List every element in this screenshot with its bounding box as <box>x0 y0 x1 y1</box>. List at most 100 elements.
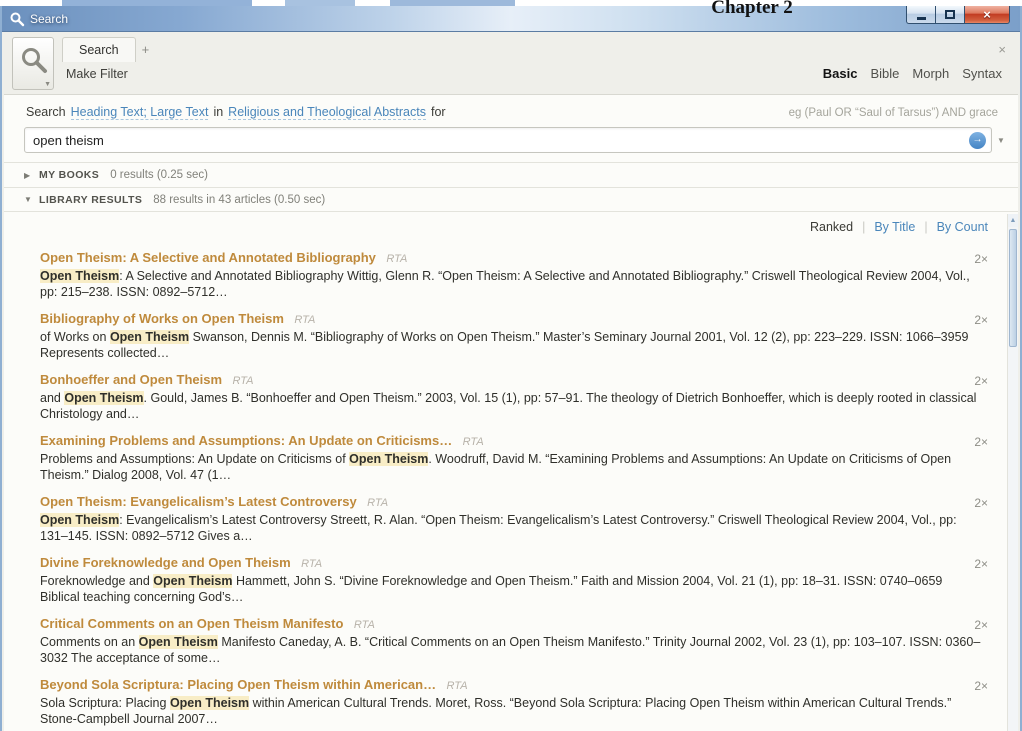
result-source-badge: RTA <box>386 253 408 265</box>
window-titlebar[interactable]: Search × <box>2 6 1020 32</box>
result-head: Divine Foreknowledge and Open Theism RTA… <box>40 555 988 572</box>
result-head: Bonhoeffer and Open Theism RTA 2× <box>40 372 988 389</box>
sort-ranked[interactable]: Ranked <box>810 220 853 234</box>
result-item: Bibliography of Works on Open Theism RTA… <box>40 311 988 361</box>
window-title: Search <box>30 12 69 26</box>
scroll-up-arrow-icon[interactable]: ▲ <box>1008 214 1018 227</box>
result-count: 2× <box>974 252 988 266</box>
minimize-icon <box>916 16 926 20</box>
result-title[interactable]: Open Theism: A Selective and Annotated B… <box>40 250 376 265</box>
caption-buttons: × <box>906 6 1010 24</box>
hit-term: Open Theism <box>109 330 190 344</box>
panel-close-button[interactable]: × <box>998 42 1006 57</box>
window-search-icon <box>9 11 25 27</box>
window-body: ▼ Search + × Make Filter Basic Bible Morph… <box>4 33 1018 731</box>
result-snippet: Problems and Assumptions: An Update on C… <box>40 452 984 483</box>
background-chapter-heading: Chapter 2 <box>711 0 793 18</box>
hit-term: Open Theism <box>138 635 218 649</box>
library-results-summary: 88 results in 43 articles (0.50 sec) <box>153 193 326 206</box>
minimize-button[interactable] <box>906 6 935 24</box>
hit-term: Open Theism <box>40 269 120 283</box>
search-spec-row: Search Heading Text; Large Text in Relig… <box>4 95 1018 120</box>
tab-search[interactable]: Search <box>62 37 136 62</box>
results-list: Open Theism: A Selective and Annotated B… <box>4 238 1018 727</box>
result-source-badge: RTA <box>367 497 389 509</box>
search-syntax-hint: eg (Paul OR “Saul of Tarsus”) AND grace <box>788 107 998 119</box>
result-head: Bibliography of Works on Open Theism RTA… <box>40 311 988 328</box>
spec-for-word: for <box>430 105 446 119</box>
results-region: Ranked | By Title | By Count Open Theism: A … <box>4 212 1018 731</box>
spec-collection-link[interactable]: Religious and Theological Abstracts <box>228 105 426 120</box>
search-query-input[interactable] <box>24 127 992 153</box>
sort-by-count[interactable]: By Count <box>937 220 988 234</box>
result-title[interactable]: Divine Foreknowledge and Open Theism <box>40 555 291 570</box>
maximize-button[interactable] <box>935 6 964 24</box>
result-snippet: Open Theism: A Selective and Annotated B… <box>40 269 984 300</box>
collapsed-triangle-icon: ▶ <box>24 170 31 180</box>
execute-search-button[interactable]: → <box>969 132 986 149</box>
search-type-button[interactable]: ▼ <box>12 37 54 90</box>
result-item: Open Theism: Evangelicalism’s Latest Con… <box>40 494 988 544</box>
result-title[interactable]: Critical Comments on an Open Theism Mani… <box>40 616 343 631</box>
snippet-text: of Works on <box>40 330 110 344</box>
result-title[interactable]: Bibliography of Works on Open Theism <box>40 311 284 326</box>
result-count: 2× <box>974 679 988 693</box>
result-title[interactable]: Open Theism: Evangelicalism’s Latest Con… <box>40 494 357 509</box>
result-count: 2× <box>974 496 988 510</box>
result-head: Open Theism: A Selective and Annotated B… <box>40 250 988 267</box>
sort-by-title[interactable]: By Title <box>874 220 915 234</box>
result-head: Examining Problems and Assumptions: An U… <box>40 433 988 450</box>
search-modes: Basic Bible Morph Syntax <box>823 66 1002 81</box>
result-title[interactable]: Bonhoeffer and Open Theism <box>40 372 222 387</box>
mode-syntax[interactable]: Syntax <box>962 66 1002 81</box>
hit-term: Open Theism <box>64 391 144 405</box>
sort-separator: | <box>924 220 928 234</box>
result-source-badge: RTA <box>353 619 375 631</box>
snippet-text: Problems and Assumptions: An Update on C… <box>40 452 350 466</box>
mode-basic[interactable]: Basic <box>823 66 858 81</box>
result-snippet: Comments on an Open Theism Manifesto Can… <box>40 635 984 666</box>
result-snippet: Sola Scriptura: Placing Open Theism with… <box>40 696 984 727</box>
snippet-text: Comments on an <box>40 635 139 649</box>
make-filter-button[interactable]: Make Filter <box>66 67 128 81</box>
result-source-badge: RTA <box>446 680 468 692</box>
mode-bible[interactable]: Bible <box>870 66 899 81</box>
result-title[interactable]: Beyond Sola Scriptura: Placing Open Thei… <box>40 677 436 692</box>
scrollbar-thumb[interactable] <box>1009 229 1017 347</box>
query-history-caret[interactable]: ▼ <box>992 136 1010 145</box>
spec-in-word: in <box>213 105 224 119</box>
result-item: Examining Problems and Assumptions: An U… <box>40 433 988 483</box>
section-library-results[interactable]: ▼ LIBRARY RESULTS 88 results in 43 artic… <box>4 187 1018 212</box>
search-window: Search × ▼ Search + × Make Filter Basic … <box>0 6 1022 731</box>
results-scrollbar[interactable]: ▲ <box>1007 214 1018 731</box>
hit-term: Open Theism <box>153 574 233 588</box>
search-toolbar: ▼ Search + × Make Filter Basic Bible Morph… <box>4 33 1018 95</box>
snippet-text: : Evangelicalism’s Latest Controversy St… <box>40 513 957 543</box>
tab-row: Search + <box>62 35 149 62</box>
expanded-triangle-icon: ▼ <box>24 195 32 204</box>
result-item: Open Theism: A Selective and Annotated B… <box>40 250 988 300</box>
result-source-badge: RTA <box>462 436 484 448</box>
section-my-books[interactable]: ▶ MY BOOKS 0 results (0.25 sec) <box>4 162 1018 187</box>
search-type-caret-icon: ▼ <box>44 81 51 88</box>
my-books-summary: 0 results (0.25 sec) <box>110 169 208 181</box>
result-head: Open Theism: Evangelicalism’s Latest Con… <box>40 494 988 511</box>
mode-morph[interactable]: Morph <box>912 66 949 81</box>
result-item: Critical Comments on an Open Theism Mani… <box>40 616 988 666</box>
new-tab-button[interactable]: + <box>142 42 150 62</box>
query-input-wrap: → <box>24 127 992 153</box>
hit-term: Open Theism <box>349 452 429 466</box>
sort-separator: | <box>862 220 866 234</box>
my-books-label: MY BOOKS <box>39 169 100 181</box>
snippet-text: Foreknowledge and <box>40 574 154 588</box>
result-item: Bonhoeffer and Open Theism RTA 2× and Op… <box>40 372 988 422</box>
result-source-badge: RTA <box>294 314 316 326</box>
close-button[interactable]: × <box>964 6 1010 24</box>
result-item: Beyond Sola Scriptura: Placing Open Thei… <box>40 677 988 727</box>
result-title[interactable]: Examining Problems and Assumptions: An U… <box>40 433 452 448</box>
spec-fields-link[interactable]: Heading Text; Large Text <box>70 105 209 120</box>
library-results-label: LIBRARY RESULTS <box>39 193 143 206</box>
snippet-text: and <box>40 391 65 405</box>
result-count: 2× <box>974 557 988 571</box>
result-count: 2× <box>974 435 988 449</box>
